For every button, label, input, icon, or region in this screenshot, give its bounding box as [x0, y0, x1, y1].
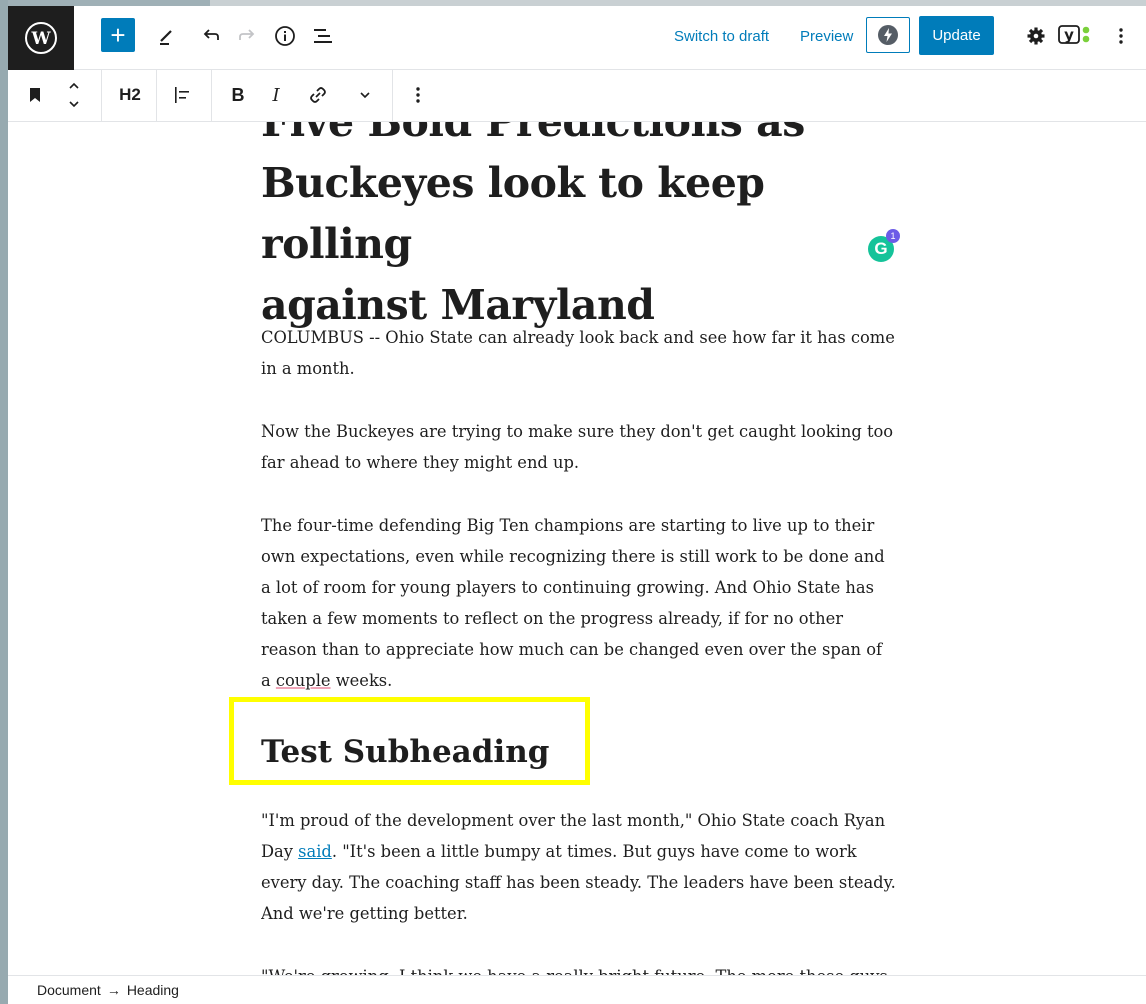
svg-text:W: W	[30, 29, 51, 49]
bookmark-icon	[30, 88, 40, 102]
said-link[interactable]: said	[298, 842, 332, 861]
text-span: weeks.	[330, 671, 393, 690]
update-button[interactable]: Update	[919, 16, 994, 55]
settings-button[interactable]	[1021, 21, 1051, 51]
more-formatting-button[interactable]	[354, 80, 376, 110]
wordpress-logo-button[interactable]: W	[8, 6, 74, 70]
chevron-down-icon	[360, 92, 370, 99]
yoast-icon: y	[1058, 25, 1090, 44]
align-button[interactable]	[168, 80, 196, 110]
yoast-seo-button[interactable]: y	[1056, 20, 1098, 50]
amp-toggle-button[interactable]	[866, 17, 910, 53]
toolbar-divider	[101, 70, 102, 121]
editor-header: + Switch to draft Preview Update y	[74, 6, 1146, 70]
block-options-button[interactable]	[407, 80, 429, 110]
paragraph-block[interactable]: "I'm proud of the development over the l…	[261, 805, 911, 929]
text-span: a	[261, 671, 276, 690]
breadcrumb-heading[interactable]: Heading	[127, 982, 179, 998]
spelling-flagged-word[interactable]: couple	[276, 671, 331, 690]
edit-mode-button[interactable]	[152, 21, 182, 51]
link-icon	[310, 87, 326, 103]
more-options-button[interactable]	[1110, 21, 1132, 51]
toolbar-divider	[392, 70, 393, 121]
text-line: COLUMBUS -- Ohio State can already look …	[261, 328, 895, 347]
text-line: far ahead to where they might end up.	[261, 453, 580, 472]
breadcrumb-document[interactable]: Document	[37, 982, 101, 998]
grammarly-count-badge: 1	[886, 229, 900, 243]
list-view-icon	[314, 29, 332, 43]
text-line: "I'm proud of the development over the l…	[261, 811, 886, 830]
switch-to-draft-button[interactable]: Switch to draft	[674, 28, 769, 45]
post-title[interactable]: Five Bold Predictions as Buckeyes look t…	[261, 122, 911, 336]
text-line: Day said. "It's been a little bumpy at t…	[261, 836, 911, 867]
breadcrumb-arrow-icon: →	[106, 982, 121, 998]
toolbar-divider	[211, 70, 212, 121]
italic-button[interactable]: I	[264, 80, 288, 110]
wordpress-icon: W	[25, 22, 57, 54]
title-line: Buckeyes look to keep rolling	[261, 159, 765, 268]
text-line: The four-time defending Big Ten champion…	[261, 516, 875, 535]
move-up-down-icon	[69, 82, 79, 108]
details-button[interactable]	[270, 21, 300, 51]
paragraph-block[interactable]: COLUMBUS -- Ohio State can already look …	[261, 322, 911, 384]
block-toolbar: H2 B I	[8, 70, 1146, 122]
text-line: Now the Buckeyes are trying to make sure…	[261, 422, 894, 441]
gear-icon	[1027, 27, 1045, 45]
svg-text:y: y	[1064, 26, 1074, 44]
outline-button[interactable]	[308, 21, 338, 51]
bold-button[interactable]: B	[224, 80, 252, 110]
align-left-icon	[175, 87, 189, 103]
heading-level-button[interactable]: H2	[110, 80, 150, 110]
background-edge	[0, 0, 8, 1004]
info-icon	[275, 26, 295, 46]
link-button[interactable]	[304, 80, 332, 110]
block-type-button[interactable]	[22, 80, 48, 110]
block-breadcrumb: Document → Heading	[8, 975, 1146, 1004]
text-span: Day	[261, 842, 299, 861]
toolbar-divider	[156, 70, 157, 121]
text-line: in a month.	[261, 359, 355, 378]
undo-icon	[203, 29, 219, 40]
block-editor: W + Switch to draft Preview Update y H2 …	[8, 6, 1146, 1004]
text-line: And we're getting better.	[261, 904, 468, 923]
lightning-icon	[878, 25, 898, 45]
title-line: Five Bold Predictions as	[261, 122, 805, 146]
undo-button[interactable]	[196, 21, 226, 51]
pencil-icon	[160, 30, 172, 45]
text-line: own expectations, even while recognizing…	[261, 547, 885, 566]
more-vertical-icon	[416, 87, 420, 103]
text-line: a couple weeks.	[261, 665, 911, 696]
paragraph-block[interactable]: The four-time defending Big Ten champion…	[261, 510, 911, 696]
annotation-highlight-box	[229, 697, 590, 785]
text-line: reason than to appreciate how much can b…	[261, 640, 883, 659]
more-vertical-icon	[1119, 28, 1123, 44]
post-content: Five Bold Predictions as Buckeyes look t…	[261, 122, 911, 980]
preview-button[interactable]: Preview	[800, 28, 853, 45]
text-line: every day. The coaching staff has been s…	[261, 873, 896, 892]
redo-button[interactable]	[232, 21, 262, 51]
paragraph-block[interactable]: Now the Buckeyes are trying to make sure…	[261, 416, 911, 478]
add-block-button[interactable]: +	[101, 18, 135, 52]
move-block-buttons[interactable]	[62, 74, 86, 116]
text-line: a lot of room for young players to conti…	[261, 578, 874, 597]
text-span: . "It's been a little bumpy at times. Bu…	[331, 842, 857, 861]
text-line: taken a few moments to reflect on the pr…	[261, 609, 843, 628]
redo-icon	[239, 29, 255, 40]
